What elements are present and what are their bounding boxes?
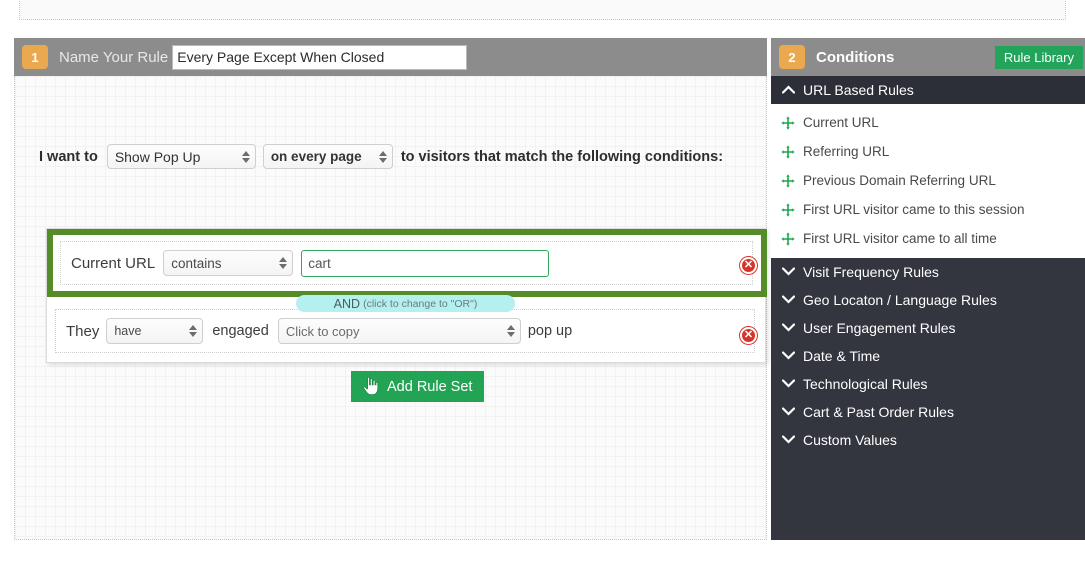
they-label: They	[66, 322, 100, 340]
condition-group-visit-frequency-rules[interactable]: Visit Frequency Rules	[771, 258, 1085, 286]
url-operator-select[interactable]: contains	[163, 250, 294, 276]
condition-group-label: Custom Values	[803, 432, 897, 448]
delete-rule-1-icon[interactable]: ✕	[740, 257, 757, 274]
rule-name-input[interactable]	[172, 44, 468, 70]
condition-group-url-based-rules[interactable]: URL Based Rules	[771, 76, 1085, 104]
condition-group-user-engagement-rules[interactable]: User Engagement Rules	[771, 314, 1085, 342]
move-arrows-icon	[781, 144, 795, 159]
have-select[interactable]: have	[106, 318, 204, 344]
condition-item[interactable]: Previous Domain Referring URL	[771, 166, 1085, 195]
i-want-to-suffix-label: to visitors that match the following con…	[400, 148, 724, 165]
add-rule-set-label: Add Rule Set	[387, 378, 473, 395]
rule-editor-body: I want to Show Pop Up on every page to v…	[14, 76, 767, 540]
condition-group-label: Technological Rules	[803, 376, 928, 392]
name-your-rule-label: Name Your Rule	[59, 48, 169, 66]
condition-item-label: Referring URL	[803, 144, 890, 159]
scope-select[interactable]: on every page	[262, 144, 393, 169]
condition-group-custom-values[interactable]: Custom Values	[771, 426, 1085, 454]
top-empty-container	[19, 0, 1066, 20]
highlighted-rule-wrapper: Current URL contains	[47, 229, 767, 297]
conditions-title: Conditions	[816, 48, 895, 66]
move-arrows-icon	[781, 231, 795, 246]
conditions-groups-list: URL Based Rules Current URL Referring URL P…	[771, 76, 1085, 540]
rule-row-current-url[interactable]: Current URL contains	[60, 241, 753, 285]
and-hint-label: (click to change to "OR")	[363, 297, 478, 310]
and-label: AND	[333, 296, 361, 311]
move-arrows-icon	[781, 173, 795, 188]
chevron-down-icon	[781, 406, 796, 418]
condition-item[interactable]: Referring URL	[771, 137, 1085, 166]
select-spinner-icon	[241, 150, 250, 164]
action-select-value: Show Pop Up	[114, 148, 201, 165]
chevron-down-icon	[781, 294, 796, 306]
condition-group-technological-rules[interactable]: Technological Rules	[771, 370, 1085, 398]
pop-up-label: pop up	[527, 323, 573, 339]
url-value-input[interactable]	[301, 249, 550, 277]
condition-item-label: First URL visitor came to this session	[803, 202, 1025, 217]
popup-select[interactable]: Click to copy	[277, 318, 521, 344]
condition-group-label: URL Based Rules	[803, 82, 914, 98]
delete-rule-2-icon[interactable]: ✕	[740, 327, 757, 344]
rule-editor-header: 1 Name Your Rule	[14, 38, 767, 76]
step-2-badge: 2	[779, 45, 805, 69]
i-want-to-label: I want to	[39, 148, 98, 165]
condition-item-label: Current URL	[803, 115, 879, 130]
condition-group-body: Current URL Referring URL Previous Domain …	[771, 104, 1085, 258]
step-1-badge: 1	[22, 45, 48, 69]
select-spinner-icon	[378, 150, 387, 164]
rule-row-engagement[interactable]: They have engaged Click to copy pop up	[55, 309, 755, 353]
condition-item-label: First URL visitor came to all time	[803, 231, 997, 246]
url-operator-value: contains	[171, 255, 222, 271]
condition-group-cart-past-order-rules[interactable]: Cart & Past Order Rules	[771, 398, 1085, 426]
move-arrows-icon	[781, 202, 795, 217]
condition-group-geo-locaton-language-rules[interactable]: Geo Locaton / Language Rules	[771, 286, 1085, 314]
condition-item[interactable]: First URL visitor came to all time	[771, 224, 1085, 253]
condition-item[interactable]: Current URL	[771, 108, 1085, 137]
popup-select-value: Click to copy	[285, 323, 360, 339]
chevron-down-icon	[781, 266, 796, 278]
condition-item-label: Previous Domain Referring URL	[803, 173, 996, 188]
select-spinner-icon	[506, 324, 515, 338]
conditions-header: 2 Conditions Rule Library	[771, 38, 1085, 76]
rule-editor-panel: 1 Name Your Rule I want to Show Pop Up o…	[14, 38, 767, 540]
condition-group-date-time[interactable]: Date & Time	[771, 342, 1085, 370]
rule-library-button[interactable]: Rule Library	[994, 45, 1083, 69]
action-select[interactable]: Show Pop Up	[106, 144, 256, 169]
i-want-to-row: I want to Show Pop Up on every page to v…	[39, 144, 723, 169]
pointing-hand-icon	[363, 376, 379, 396]
move-arrows-icon	[781, 115, 795, 130]
select-spinner-icon	[279, 256, 288, 270]
select-spinner-icon	[189, 324, 198, 338]
condition-group-label: Visit Frequency Rules	[803, 264, 939, 280]
chevron-down-icon	[781, 322, 796, 334]
condition-group-label: User Engagement Rules	[803, 320, 956, 336]
condition-item[interactable]: First URL visitor came to this session	[771, 195, 1085, 224]
scope-select-value: on every page	[270, 149, 362, 164]
condition-group-label: Cart & Past Order Rules	[803, 404, 954, 420]
chevron-up-icon	[781, 84, 796, 96]
and-or-toggle[interactable]: AND (click to change to "OR")	[296, 295, 515, 312]
chevron-down-icon	[781, 434, 796, 446]
engaged-label: engaged	[212, 323, 269, 339]
have-select-value: have	[114, 324, 142, 338]
chevron-down-icon	[781, 350, 796, 362]
add-rule-set-button[interactable]: Add Rule Set	[351, 371, 485, 402]
conditions-panel: 2 Conditions Rule Library URL Based Rule…	[771, 38, 1085, 540]
condition-group-label: Date & Time	[803, 348, 881, 364]
condition-group-label: Geo Locaton / Language Rules	[803, 292, 997, 308]
current-url-label: Current URL	[71, 254, 156, 272]
chevron-down-icon	[781, 378, 796, 390]
